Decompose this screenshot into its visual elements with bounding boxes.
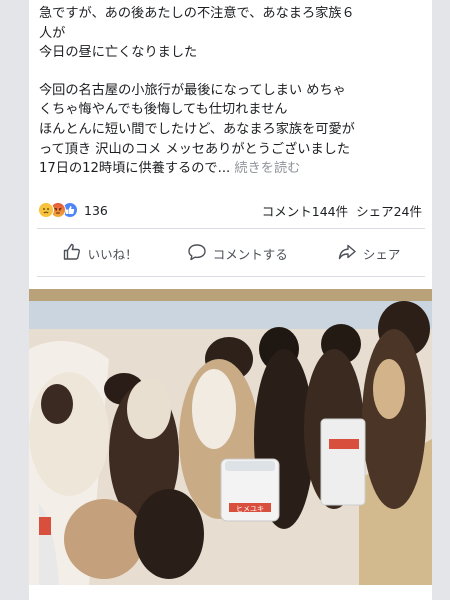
post-text-line: ほんとんに短い間でしたけど、あなまろ家族を可愛が [39,121,355,137]
comment-button[interactable]: コメントする [187,242,288,265]
divider [37,228,425,229]
like-label: いいね！ [87,246,138,262]
post-text-line: くちゃ悔やんでも後悔しても仕切れません [39,102,288,118]
post-text-truncated: 17日の12時頃に供養するので... [39,161,231,177]
share-label: シェア [362,246,401,262]
share-count-link[interactable]: シェア24件 [356,204,422,219]
dogs-photo: ヒメユキ [29,289,432,585]
post-text: 急ですが、あの後あたしの不注意で、あなまろ家族６ 人が 今日の昼に亡くなりました… [39,4,431,179]
like-button[interactable]: いいね！ [62,242,138,265]
post-text-line: って頂き 沢山のコメ メッセありがとうございました [39,141,351,157]
comment-label: コメントする [212,246,288,262]
post-text-line: 急ですが、あの後あたしの不注意で、あなまろ家族６ [39,6,355,21]
post-text-line: 今日の昼に亡くなりました [39,45,198,61]
thumb-up-icon [62,242,82,265]
share-button[interactable]: シェア [337,242,401,265]
post-card: 急ですが、あの後あたしの不注意で、あなまろ家族６ 人が 今日の昼に亡くなりました… [29,0,432,600]
comment-count-link[interactable]: コメント144件 [262,204,348,219]
reaction-count: 136 [84,202,108,218]
post-text-line: 今回の名古屋の小旅行が最後になってしまい めちゃ [39,82,346,98]
cup-label: ヒメユキ [236,505,264,513]
reactions-summary[interactable]: 136 [38,202,108,218]
speech-bubble-icon [187,242,207,265]
sad-icon [38,202,54,218]
post-text-line: 人が [39,25,66,41]
share-arrow-icon [337,242,357,265]
see-more-link[interactable]: 続きを読む [234,161,300,176]
engagement-counts: コメント144件 シェア24件 [258,201,422,220]
reaction-stats-bar: 136 コメント144件 シェア24件 [38,198,422,222]
divider [37,276,425,277]
post-photo[interactable]: ヒメユキ [29,289,432,585]
post-text-last-line: 17日の12時頃に供養するので... 続きを読む [39,159,431,179]
action-bar: いいね！ コメントする シェア [37,236,425,270]
